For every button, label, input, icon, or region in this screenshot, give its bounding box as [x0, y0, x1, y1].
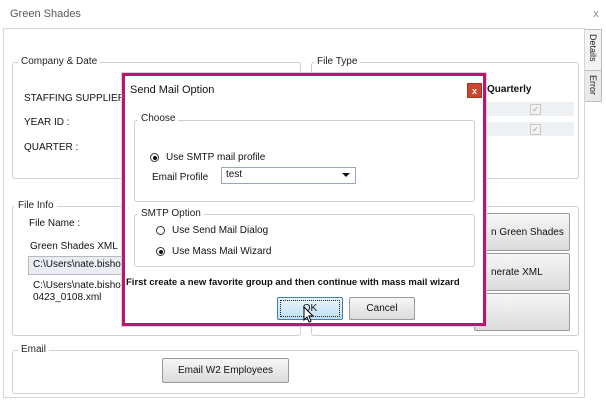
window-title: Green Shades — [10, 8, 81, 20]
year-id-label: YEAR ID : — [24, 117, 70, 128]
cancel-button[interactable]: Cancel — [349, 297, 415, 320]
path-line-2: 0423_0108.xml — [33, 292, 102, 303]
quarter-label: QUARTER : — [24, 142, 79, 153]
window-close-button[interactable]: x — [589, 7, 603, 21]
tab-details-label: Details — [588, 34, 598, 62]
send-mail-dialog-radio[interactable] — [156, 226, 165, 235]
email-profile-value: test — [226, 169, 243, 180]
dialog-title: Send Mail Option — [130, 84, 215, 96]
smtp-option-group — [134, 214, 475, 267]
tab-error-label: Error — [588, 75, 598, 95]
tab-error[interactable]: Error — [584, 70, 602, 102]
smtp-option-label: SMTP Option — [138, 208, 204, 219]
quarterly-header: Quarterly — [487, 84, 532, 95]
mass-mail-warning: First create a new favorite group and th… — [126, 277, 460, 288]
title-bar: Green Shades x — [0, 0, 606, 28]
company-name: STAFFING SUPPLIER — [24, 93, 125, 104]
chevron-down-icon — [342, 173, 350, 177]
file-info-label: File Info — [15, 200, 57, 211]
path-line-1: C:\Users\nate.bishop — [33, 280, 127, 291]
email-w2-employees-button[interactable]: Email W2 Employees — [162, 358, 289, 383]
dialog-close-button[interactable]: x — [467, 83, 482, 98]
open-green-shades-button[interactable]: n Green Shades — [474, 213, 570, 251]
send-mail-dialog-label: Use Send Mail Dialog — [172, 225, 269, 236]
email-group — [12, 350, 579, 394]
xml-label-text: Green Shades XML — [30, 241, 118, 252]
email-label: Email — [18, 344, 50, 355]
quarterly-checkbox-2[interactable]: ✓ — [530, 124, 541, 135]
mouse-cursor-icon — [303, 306, 315, 323]
file-name-label: File Name : — [29, 218, 81, 229]
mass-mail-wizard-label: Use Mass Mail Wizard — [172, 246, 272, 257]
generate-xml-button[interactable]: nerate XML — [474, 253, 570, 291]
main-window: Green Shades x Details Error Company & D… — [0, 0, 606, 401]
smtp-profile-radio[interactable] — [150, 153, 159, 162]
choose-label: Choose — [138, 113, 179, 124]
xml-label: Green Shades XML D — [30, 241, 131, 252]
smtp-profile-label: Use SMTP mail profile — [166, 152, 266, 163]
email-profile-label: Email Profile — [152, 172, 209, 183]
quarterly-checkbox-1[interactable]: ✓ — [530, 104, 541, 115]
tab-details[interactable]: Details — [584, 29, 602, 71]
company-date-label: Company & Date — [18, 56, 101, 67]
email-profile-select[interactable]: test — [221, 167, 356, 184]
third-action-button[interactable] — [474, 293, 570, 331]
send-mail-option-dialog: Send Mail Option x Choose Use SMTP mail … — [122, 73, 486, 326]
file-type-label: File Type — [314, 56, 361, 67]
mass-mail-wizard-radio[interactable] — [156, 247, 165, 256]
